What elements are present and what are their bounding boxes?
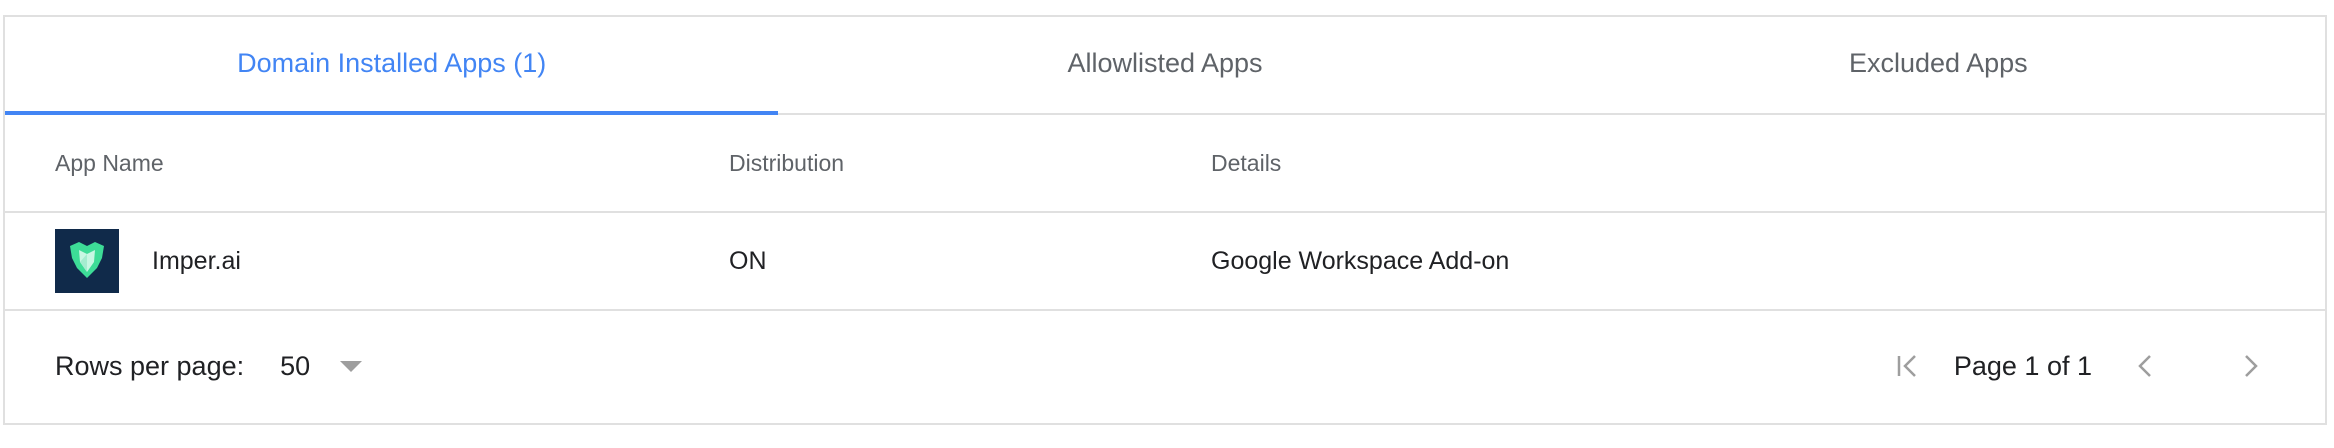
imper-ai-logo-icon [55, 229, 119, 293]
tab-allowlisted-apps[interactable]: Allowlisted Apps [778, 17, 1551, 113]
first-page-button[interactable] [1888, 346, 1928, 386]
table-row[interactable]: Imper.ai ON Google Workspace Add-on [5, 213, 2325, 311]
details-cell: Google Workspace Add-on [1211, 246, 1510, 275]
tab-excluded-apps[interactable]: Excluded Apps [1552, 17, 2325, 113]
apps-panel: Domain Installed Apps (1) Allowlisted Ap… [3, 15, 2327, 425]
column-header-app-name[interactable]: App Name [5, 150, 729, 177]
distribution-cell: ON [729, 246, 767, 275]
next-page-button[interactable] [2230, 346, 2270, 386]
column-header-details[interactable]: Details [1211, 150, 2325, 177]
tab-label: Allowlisted Apps [1067, 47, 1263, 78]
pagination: Page 1 of 1 [1888, 346, 2270, 386]
page-indicator: Page 1 of 1 [1953, 350, 2092, 381]
previous-page-button[interactable] [2126, 346, 2166, 386]
tab-label: Excluded Apps [1849, 47, 2028, 78]
rows-per-page: Rows per page: 50 [55, 350, 363, 382]
table-header: App Name Distribution Details [5, 115, 2325, 213]
app-name[interactable]: Imper.ai [152, 247, 241, 276]
table-footer: Rows per page: 50 Page 1 of 1 [5, 311, 2325, 421]
app-name-cell: Imper.ai [5, 229, 729, 293]
tab-bar: Domain Installed Apps (1) Allowlisted Ap… [5, 17, 2325, 115]
first-page-icon [1897, 355, 1916, 377]
dropdown-caret-icon [340, 360, 363, 372]
rows-per-page-label: Rows per page: [55, 350, 245, 381]
tab-label: Domain Installed Apps (1) [237, 47, 547, 78]
rows-per-page-value: 50 [280, 350, 311, 381]
chevron-right-icon [2245, 355, 2258, 377]
column-header-distribution[interactable]: Distribution [729, 150, 1211, 177]
rows-per-page-select[interactable]: 50 [280, 350, 363, 382]
tab-domain-installed-apps[interactable]: Domain Installed Apps (1) [5, 17, 779, 115]
chevron-left-icon [2138, 355, 2151, 377]
